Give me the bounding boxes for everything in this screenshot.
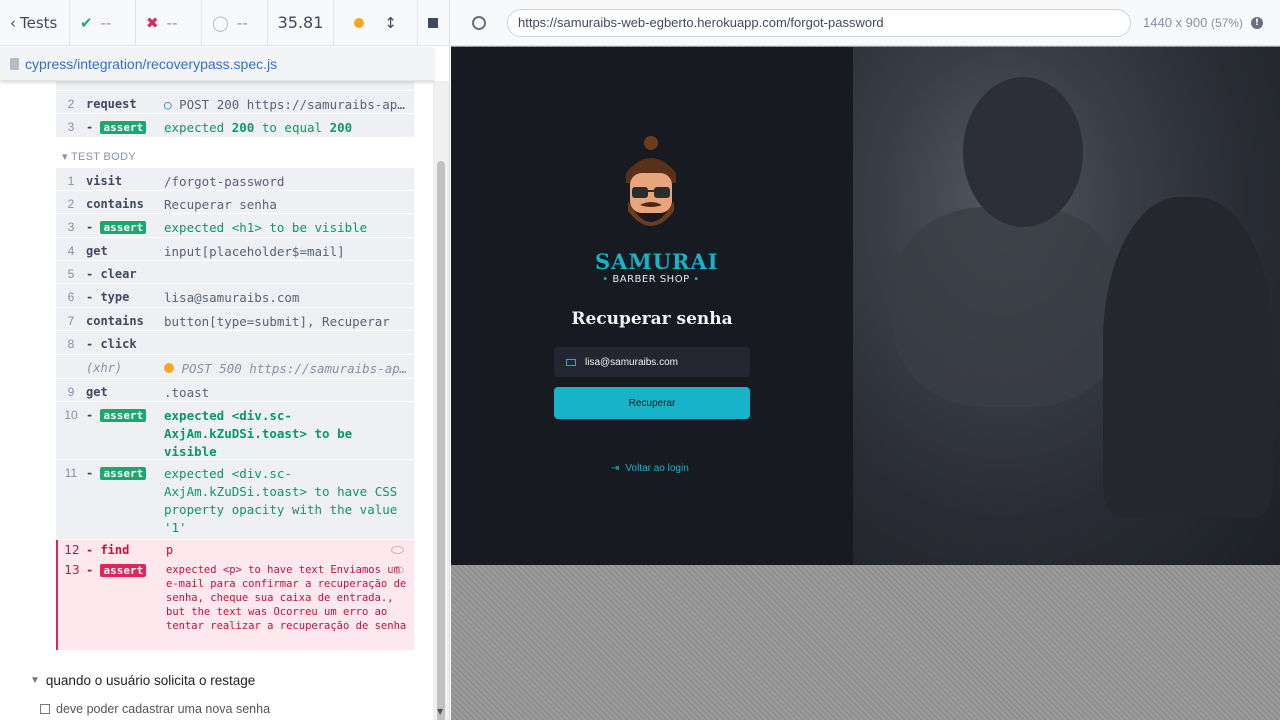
command-row[interactable]: 3- assert expected <h1> to be visible <box>56 214 414 238</box>
tests-label: Tests <box>20 13 58 32</box>
reporter-panel: ‹ Tests ✔ -- ✖ -- ◯ -- 35.81 ↕ cypress/i… <box>0 0 450 720</box>
pending-count: -- <box>236 13 248 32</box>
scrollbar-thumb[interactable] <box>437 161 445 720</box>
command-row[interactable]: 3 - assert expected 200 to equal 200 <box>56 114 414 138</box>
command-row[interactable]: 7 contains button[type=submit], Recuperar <box>56 308 414 331</box>
background-photo <box>853 47 1280 565</box>
failed-command-group[interactable]: 12 - find p 13 - assert expected <p> to … <box>56 540 414 650</box>
command-row[interactable]: 4 get input[placeholder$=mail] <box>56 238 414 261</box>
failed-count: -- <box>166 13 178 32</box>
chevron-left-icon: ‹ <box>10 13 16 32</box>
brand-subtitle: • BARBER SHOP • <box>602 274 700 285</box>
command-row[interactable]: 10- assert expected <div.sc-AxjAm.kZuDSi.… <box>56 402 414 460</box>
command-row-failed[interactable]: 13 - assert expected <p> to have text En… <box>58 563 414 633</box>
spec-file-bar: cypress/integration/recoverypass.spec.js <box>0 47 434 81</box>
cross-icon: ✖ <box>146 13 159 32</box>
aut-panel: https://samuraibs-web-egberto.herokuapp.… <box>451 0 1280 720</box>
page-heading: Recuperar senha <box>571 309 733 329</box>
stop-button[interactable] <box>418 0 448 45</box>
check-icon: ✔ <box>80 13 93 32</box>
command-row[interactable] <box>56 81 414 91</box>
pending-box-icon <box>40 704 50 714</box>
test-item[interactable]: deve poder cadastrar uma nova senha <box>40 702 270 716</box>
running-dot-icon <box>354 17 365 28</box>
command-row[interactable]: 2 contains Recuperar senha <box>56 191 414 214</box>
brand-title: SAMURAI <box>595 249 719 274</box>
controls: ↕ <box>334 0 418 45</box>
crosshair-icon <box>472 15 486 30</box>
command-row[interactable]: 2 request ○ POST 200 https://samuraibs-a… <box>56 91 414 114</box>
back-to-login-link[interactable]: ⇥ Voltar ao login <box>611 463 689 474</box>
info-icon[interactable]: ! <box>1250 16 1263 29</box>
stop-icon <box>428 17 438 28</box>
email-field[interactable]: lisa@samuraibs.com <box>554 347 750 377</box>
app-iframe: SAMURAI • BARBER SHOP • Recuperar senha … <box>451 47 1280 565</box>
brand-logo: SAMURAI • BARBER SHOP • <box>595 133 719 285</box>
login-arrow-icon: ⇥ <box>611 463 620 474</box>
reporter-header: ‹ Tests ✔ -- ✖ -- ◯ -- 35.81 ↕ <box>0 0 449 46</box>
selector-playground-button[interactable] <box>451 15 507 30</box>
passed-count: -- <box>100 13 112 32</box>
recover-button[interactable]: Recuperar <box>554 387 750 419</box>
mail-icon <box>566 358 576 366</box>
passed-stat: ✔ -- <box>70 0 136 45</box>
form-side: SAMURAI • BARBER SHOP • Recuperar senha … <box>451 47 853 565</box>
command-row[interactable]: 11- assert expected <div.sc-AxjAm.kZuDSi.… <box>56 460 414 540</box>
viewport-info[interactable]: 1440 x 900 (57%) <box>1143 15 1243 30</box>
duration: 35.81 <box>268 0 334 45</box>
pending-circle-icon: ◯ <box>212 13 229 32</box>
auto-scroll-icon[interactable]: ↕ <box>384 14 397 32</box>
url-bar: https://samuraibs-web-egberto.herokuapp.… <box>451 0 1280 46</box>
eye-slash-icon <box>391 546 404 554</box>
scroll-down-arrow-icon[interactable]: ▼ <box>437 707 443 716</box>
tests-button[interactable]: ‹ Tests <box>0 0 70 45</box>
xhr-error-dot-icon <box>164 363 174 373</box>
url-display: https://samuraibs-web-egberto.herokuapp.… <box>507 8 1131 37</box>
eye-slash-icon <box>391 566 404 574</box>
suite-title[interactable]: ▼ quando o usuário solicita o restage <box>30 673 255 688</box>
command-row-failed[interactable]: 12 - find p <box>58 543 414 557</box>
caret-down-icon: ▼ <box>30 675 40 686</box>
xhr-pending-icon: ○ <box>164 97 172 112</box>
command-row[interactable]: 9 get .toast <box>56 379 414 402</box>
command-row[interactable]: 5- clear <box>56 261 414 284</box>
barber-face-icon <box>626 136 676 226</box>
file-icon <box>10 57 19 70</box>
pending-stat: ◯ -- <box>202 0 268 45</box>
command-row[interactable]: 1 visit/forgot-password <box>56 168 414 191</box>
command-row[interactable]: 6- type lisa@samuraibs.com <box>56 284 414 308</box>
command-row[interactable]: 8- click <box>56 331 414 355</box>
scrollbar[interactable]: ▼ <box>433 81 449 720</box>
spec-path[interactable]: cypress/integration/recoverypass.spec.js <box>25 56 277 72</box>
command-row[interactable]: (xhr) POST 500 https://samuraibs-ap… <box>56 355 414 379</box>
test-body-label[interactable]: ▾ TEST BODY <box>62 150 136 163</box>
failed-stat: ✖ -- <box>136 0 202 45</box>
cypress-runner: ‹ Tests ✔ -- ✖ -- ◯ -- 35.81 ↕ cypress/i… <box>0 0 1280 720</box>
